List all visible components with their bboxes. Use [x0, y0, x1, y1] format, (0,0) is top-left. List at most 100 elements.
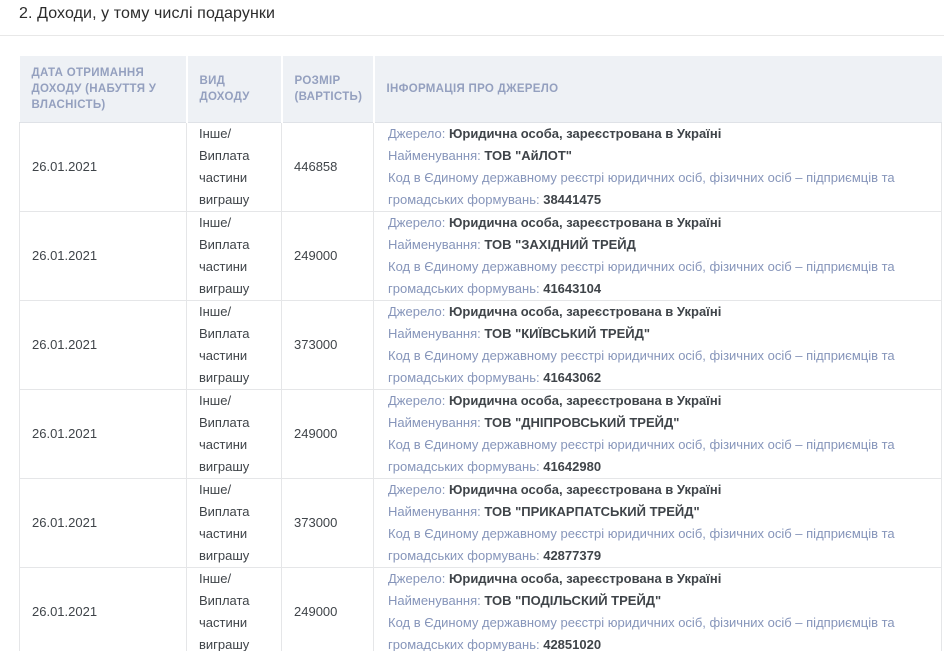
cell-income-type: Інше/ Виплата частини виграшу: [187, 568, 282, 651]
income-date: 26.01.2021: [32, 515, 97, 530]
income-table: ДАТА ОТРИМАННЯ ДОХОДУ (НАБУТТЯ У ВЛАСНІС…: [19, 56, 942, 651]
source-kind-label: Джерело:: [388, 304, 445, 319]
cell-source-info: Джерело: Юридична особа, зареєстрована в…: [374, 390, 942, 479]
source-code-label: Код в Єдиному державному реєстрі юридичн…: [388, 170, 895, 207]
source-code-label: Код в Єдиному державному реєстрі юридичн…: [388, 437, 895, 474]
income-table-row: 26.01.2021 Інше/ Виплата частини виграшу…: [20, 390, 942, 479]
cell-source-info: Джерело: Юридична особа, зареєстрована в…: [374, 212, 942, 301]
source-name-line: Найменування: ТОВ "АйЛОТ": [388, 145, 927, 167]
source-kind-value: Юридична особа, зареєстрована в Україні: [449, 304, 721, 319]
cell-source-info: Джерело: Юридична особа, зареєстрована в…: [374, 123, 942, 212]
cell-income-type: Інше/ Виплата частини виграшу: [187, 212, 282, 301]
cell-income-type: Інше/ Виплата частини виграшу: [187, 123, 282, 212]
source-name-value: ТОВ "КИЇВСЬКИЙ ТРЕЙД": [484, 326, 650, 341]
cell-income-type: Інше/ Виплата частини виграшу: [187, 390, 282, 479]
cell-income-amount: 249000: [282, 390, 374, 479]
source-kind-line: Джерело: Юридична особа, зареєстрована в…: [388, 479, 927, 501]
income-date: 26.01.2021: [32, 159, 97, 174]
source-kind-line: Джерело: Юридична особа, зареєстрована в…: [388, 123, 927, 145]
source-kind-label: Джерело:: [388, 571, 445, 586]
income-table-body: 26.01.2021 Інше/ Виплата частини виграшу…: [20, 123, 942, 651]
income-type: Інше/ Виплата частини виграшу: [199, 393, 250, 474]
cell-income-date: 26.01.2021: [20, 390, 187, 479]
cell-income-amount: 373000: [282, 479, 374, 568]
header-row: ДАТА ОТРИМАННЯ ДОХОДУ (НАБУТТЯ У ВЛАСНІС…: [20, 56, 942, 123]
source-kind-value: Юридична особа, зареєстрована в Україні: [449, 571, 721, 586]
source-name-value: ТОВ "ЗАХІДНИЙ ТРЕЙД: [484, 237, 636, 252]
cell-source-info: Джерело: Юридична особа, зареєстрована в…: [374, 301, 942, 390]
income-amount: 373000: [294, 337, 337, 352]
income-amount: 373000: [294, 515, 337, 530]
source-name-line: Найменування: ТОВ "ПРИКАРПАТСЬКИЙ ТРЕЙД": [388, 501, 927, 523]
income-type: Інше/ Виплата частини виграшу: [199, 482, 250, 563]
source-code-line: Код в Єдиному державному реєстрі юридичн…: [388, 256, 927, 300]
cell-income-date: 26.01.2021: [20, 568, 187, 651]
source-name-label: Найменування:: [388, 237, 481, 252]
source-kind-line: Джерело: Юридична особа, зареєстрована в…: [388, 390, 927, 412]
income-amount: 446858: [294, 159, 337, 174]
source-name-line: Найменування: ТОВ "ДНІПРОВСЬКИЙ ТРЕЙД": [388, 412, 927, 434]
source-name-label: Найменування:: [388, 415, 481, 430]
source-kind-value: Юридична особа, зареєстрована в Україні: [449, 482, 721, 497]
income-amount: 249000: [294, 604, 337, 619]
source-code-value: 42877379: [543, 548, 601, 563]
source-code-value: 41643104: [543, 281, 601, 296]
cell-source-info: Джерело: Юридична особа, зареєстрована в…: [374, 479, 942, 568]
section-title-bar: 2. Доходи, у тому числі подарунки: [0, 0, 944, 35]
source-kind-line: Джерело: Юридична особа, зареєстрована в…: [388, 568, 927, 590]
source-code-value: 42851020: [543, 637, 601, 651]
source-code-label: Код в Єдиному державному реєстрі юридичн…: [388, 615, 895, 651]
income-table-row: 26.01.2021 Інше/ Виплата частини виграшу…: [20, 568, 942, 651]
income-type: Інше/ Виплата частини виграшу: [199, 571, 250, 651]
source-kind-line: Джерело: Юридична особа, зареєстрована в…: [388, 212, 927, 234]
source-kind-label: Джерело:: [388, 482, 445, 497]
source-kind-value: Юридична особа, зареєстрована в Україні: [449, 215, 721, 230]
cell-income-amount: 373000: [282, 301, 374, 390]
cell-income-amount: 249000: [282, 212, 374, 301]
cell-source-info: Джерело: Юридична особа, зареєстрована в…: [374, 568, 942, 651]
source-code-label: Код в Єдиному державному реєстрі юридичн…: [388, 526, 895, 563]
source-name-label: Найменування:: [388, 593, 481, 608]
cell-income-date: 26.01.2021: [20, 301, 187, 390]
source-kind-value: Юридична особа, зареєстрована в Україні: [449, 393, 721, 408]
source-kind-label: Джерело:: [388, 215, 445, 230]
income-type: Інше/ Виплата частини виграшу: [199, 126, 250, 207]
cell-income-amount: 446858: [282, 123, 374, 212]
income-amount: 249000: [294, 248, 337, 263]
cell-income-date: 26.01.2021: [20, 479, 187, 568]
source-name-label: Найменування:: [388, 148, 481, 163]
cell-income-date: 26.01.2021: [20, 212, 187, 301]
income-date: 26.01.2021: [32, 604, 97, 619]
source-code-value: 41642980: [543, 459, 601, 474]
income-table-row: 26.01.2021 Інше/ Виплата частини виграшу…: [20, 123, 942, 212]
income-date: 26.01.2021: [32, 248, 97, 263]
source-code-line: Код в Єдиному державному реєстрі юридичн…: [388, 523, 927, 567]
source-name-value: ТОВ "ПРИКАРПАТСЬКИЙ ТРЕЙД": [484, 504, 699, 519]
header-cell-amount: РОЗМІР (ВАРТІСТЬ): [282, 56, 374, 123]
header-cell-source-info: ІНФОРМАЦІЯ ПРО ДЖЕРЕЛО: [374, 56, 942, 123]
source-name-label: Найменування:: [388, 326, 481, 341]
source-code-line: Код в Єдиному державному реєстрі юридичн…: [388, 434, 927, 478]
income-type: Інше/ Виплата частини виграшу: [199, 304, 250, 385]
source-name-line: Найменування: ТОВ "ЗАХІДНИЙ ТРЕЙД: [388, 234, 927, 256]
cell-income-type: Інше/ Виплата частини виграшу: [187, 301, 282, 390]
income-date: 26.01.2021: [32, 426, 97, 441]
header-cell-income-type: ВИД ДОХОДУ: [187, 56, 282, 123]
source-kind-label: Джерело:: [388, 393, 445, 408]
source-code-line: Код в Єдиному державному реєстрі юридичн…: [388, 345, 927, 389]
source-code-label: Код в Єдиному державному реєстрі юридичн…: [388, 259, 895, 296]
source-name-line: Найменування: ТОВ "ПОДІЛЬСКИЙ ТРЕЙД": [388, 590, 927, 612]
source-kind-value: Юридична особа, зареєстрована в Україні: [449, 126, 721, 141]
income-section: ДАТА ОТРИМАННЯ ДОХОДУ (НАБУТТЯ У ВЛАСНІС…: [0, 36, 944, 651]
source-name-label: Найменування:: [388, 504, 481, 519]
source-name-value: ТОВ "ПОДІЛЬСКИЙ ТРЕЙД": [484, 593, 661, 608]
source-kind-label: Джерело:: [388, 126, 445, 141]
income-table-row: 26.01.2021 Інше/ Виплата частини виграшу…: [20, 212, 942, 301]
cell-income-date: 26.01.2021: [20, 123, 187, 212]
income-table-header: ДАТА ОТРИМАННЯ ДОХОДУ (НАБУТТЯ У ВЛАСНІС…: [20, 56, 942, 123]
source-name-value: ТОВ "ДНІПРОВСЬКИЙ ТРЕЙД": [484, 415, 679, 430]
source-code-value: 38441475: [543, 192, 601, 207]
income-date: 26.01.2021: [32, 337, 97, 352]
source-code-label: Код в Єдиному державному реєстрі юридичн…: [388, 348, 895, 385]
page-title: 2. Доходи, у тому числі подарунки: [19, 5, 925, 23]
